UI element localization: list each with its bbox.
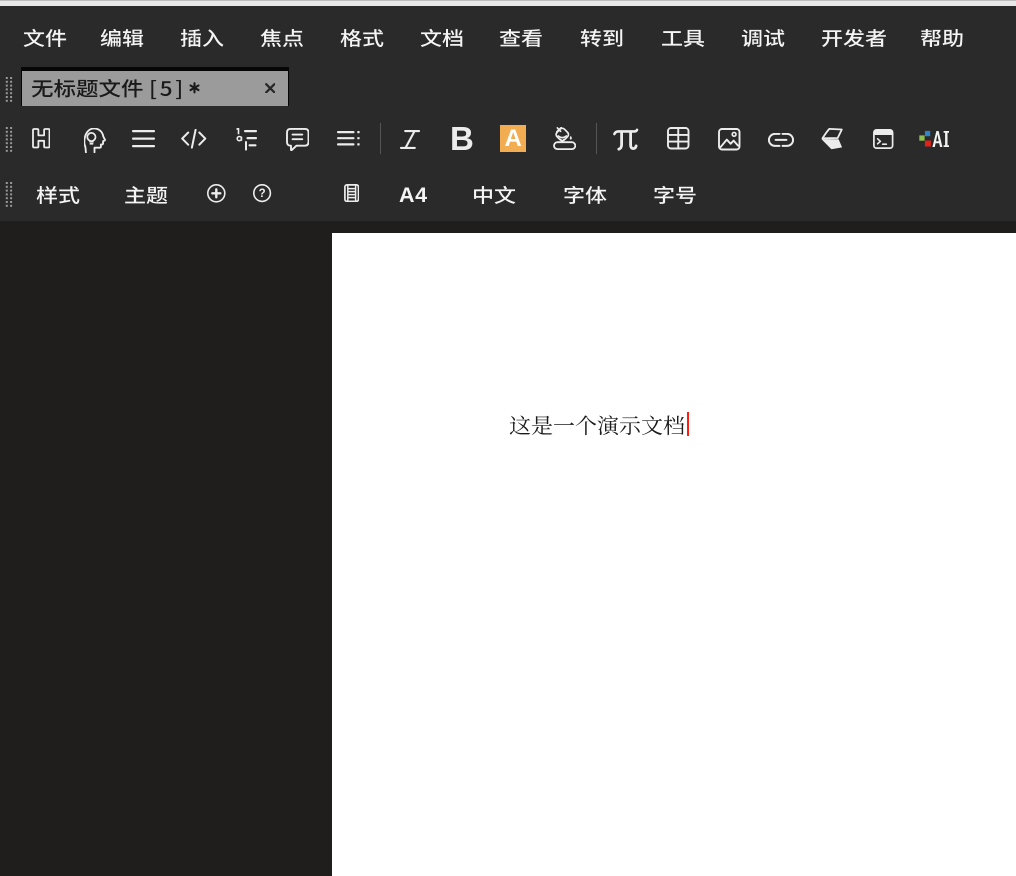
svg-text:?: ? [258,188,265,200]
